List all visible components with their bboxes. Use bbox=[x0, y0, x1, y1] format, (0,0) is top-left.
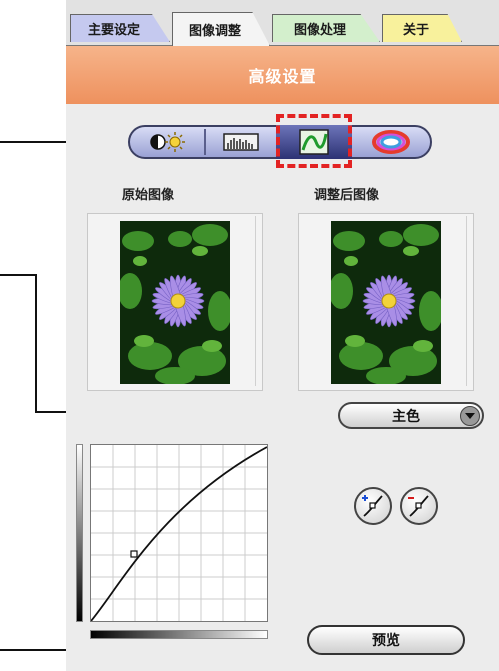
tab-image-adjust[interactable]: 图像调整 bbox=[172, 12, 270, 46]
mode-highlight-box bbox=[276, 114, 352, 168]
remove-curve-point-button[interactable] bbox=[400, 487, 438, 525]
curve-control-point bbox=[130, 550, 138, 558]
original-image-label: 原始图像 bbox=[122, 188, 175, 203]
mode-levels-button[interactable] bbox=[206, 125, 276, 159]
mode-brightness-button[interactable] bbox=[132, 125, 204, 159]
tone-curve-graph bbox=[90, 445, 268, 622]
adjusted-image-frame bbox=[298, 213, 474, 391]
channel-dropdown-value: 主色 bbox=[392, 408, 420, 425]
section-header: 高级设置 bbox=[66, 46, 499, 104]
adjusted-image bbox=[331, 221, 441, 384]
output-gradient-bar bbox=[76, 444, 83, 622]
tab-bar: 主要设定 图像调整 图像处理 关于 bbox=[66, 0, 499, 47]
brightness-contrast-icon bbox=[150, 132, 185, 152]
tab-image-processing[interactable]: 图像处理 bbox=[272, 14, 380, 42]
tab-main-settings[interactable]: 主要设定 bbox=[70, 14, 170, 42]
histogram-levels-icon bbox=[223, 133, 259, 151]
add-point-curve-icon bbox=[362, 495, 383, 517]
add-curve-point-button[interactable] bbox=[354, 487, 392, 525]
mode-selector bbox=[128, 114, 432, 168]
adjusted-image-label: 调整后图像 bbox=[314, 188, 380, 203]
original-image-frame bbox=[87, 213, 263, 391]
page-title: 高级设置 bbox=[248, 67, 317, 86]
channel-dropdown[interactable]: 主色 bbox=[338, 402, 484, 429]
tone-curve-editor[interactable] bbox=[90, 444, 268, 622]
color-balance-icon bbox=[372, 130, 410, 154]
original-image bbox=[120, 221, 230, 384]
chevron-down-icon bbox=[460, 405, 480, 426]
flower-photo bbox=[120, 221, 230, 384]
flower-photo bbox=[331, 221, 441, 384]
advanced-settings-panel: 主要设定 图像调整 图像处理 关于 高级设置 原始图像 调整后图像 主色 预览 bbox=[66, 0, 499, 671]
input-gradient-bar bbox=[90, 630, 268, 639]
remove-point-curve-icon bbox=[408, 495, 429, 517]
tab-about[interactable]: 关于 bbox=[382, 14, 462, 42]
mode-color-button[interactable] bbox=[354, 125, 428, 159]
preview-button[interactable]: 预览 bbox=[307, 625, 465, 655]
